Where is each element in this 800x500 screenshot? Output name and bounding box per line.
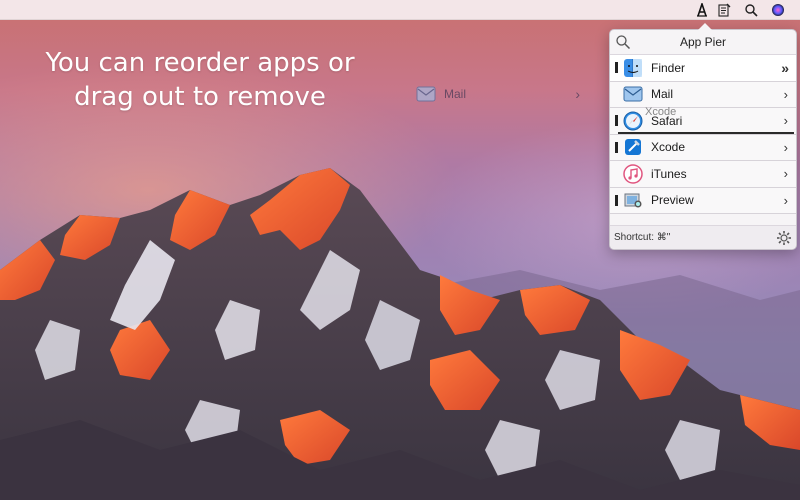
mail-icon: [622, 83, 644, 105]
menu-bar: [0, 0, 800, 20]
popover-footer: Shortcut: ⌘": [610, 225, 796, 249]
double-chevron-icon[interactable]: »: [781, 60, 789, 76]
popover-header: App Pier: [610, 30, 796, 55]
app-label: iTunes: [651, 166, 687, 181]
chevron-right-icon[interactable]: ›: [784, 193, 788, 208]
notes-icon[interactable]: [716, 2, 732, 18]
xcode-icon: [622, 136, 644, 158]
chevron-right-icon[interactable]: ›: [784, 87, 788, 102]
chevron-right-icon[interactable]: ›: [784, 166, 788, 181]
app-row-safari[interactable]: Safari ›: [610, 108, 796, 135]
dragged-app-item[interactable]: Mail ›: [414, 82, 586, 106]
drag-handle[interactable]: [615, 194, 618, 206]
app-pier-icon[interactable]: [694, 2, 710, 18]
app-pier-popover: App Pier Finder » Mail › Safari › Xcode …: [609, 23, 797, 250]
headline-line-1: You can reorder apps or: [45, 48, 355, 78]
app-label: Finder: [651, 60, 686, 75]
app-row-xcode[interactable]: Xcode ›: [610, 134, 796, 161]
app-list: Finder » Mail › Safari › Xcode › iTunes …: [610, 55, 796, 214]
headline-line-2: drag out to remove: [74, 82, 326, 112]
app-label: Xcode: [651, 140, 686, 155]
drop-preview-label: Xcode: [645, 106, 677, 118]
mail-icon: [416, 84, 436, 104]
app-label: Mail: [651, 87, 674, 102]
itunes-icon: [622, 163, 644, 185]
search-icon[interactable]: [743, 2, 759, 18]
chevron-right-icon: ›: [575, 86, 580, 102]
drag-handle[interactable]: [615, 141, 618, 153]
gear-icon[interactable]: [776, 230, 792, 246]
drag-handle[interactable]: [615, 89, 618, 100]
dragged-app-label: Mail: [444, 87, 467, 101]
siri-icon[interactable]: [770, 2, 786, 18]
search-icon[interactable]: [615, 34, 631, 50]
app-row-mail[interactable]: Mail ›: [610, 81, 796, 108]
popover-title: App Pier: [679, 35, 727, 49]
chevron-right-icon[interactable]: ›: [784, 140, 788, 155]
drop-insertion-line: [618, 132, 794, 134]
app-row-itunes[interactable]: iTunes ›: [610, 161, 796, 188]
shortcut-label: Shortcut: ⌘": [614, 232, 671, 243]
app-row-preview[interactable]: Preview ›: [610, 187, 796, 214]
preview-icon: [622, 189, 644, 211]
drag-handle[interactable]: [615, 115, 618, 127]
chevron-right-icon[interactable]: ›: [784, 113, 788, 128]
app-label: Preview: [651, 193, 694, 208]
headline: You can reorder apps or drag out to remo…: [10, 46, 390, 114]
drag-handle[interactable]: [615, 168, 618, 179]
finder-icon: [622, 57, 644, 79]
safari-icon: [622, 110, 644, 132]
drag-handle[interactable]: [615, 62, 618, 74]
app-row-finder[interactable]: Finder »: [610, 55, 796, 82]
